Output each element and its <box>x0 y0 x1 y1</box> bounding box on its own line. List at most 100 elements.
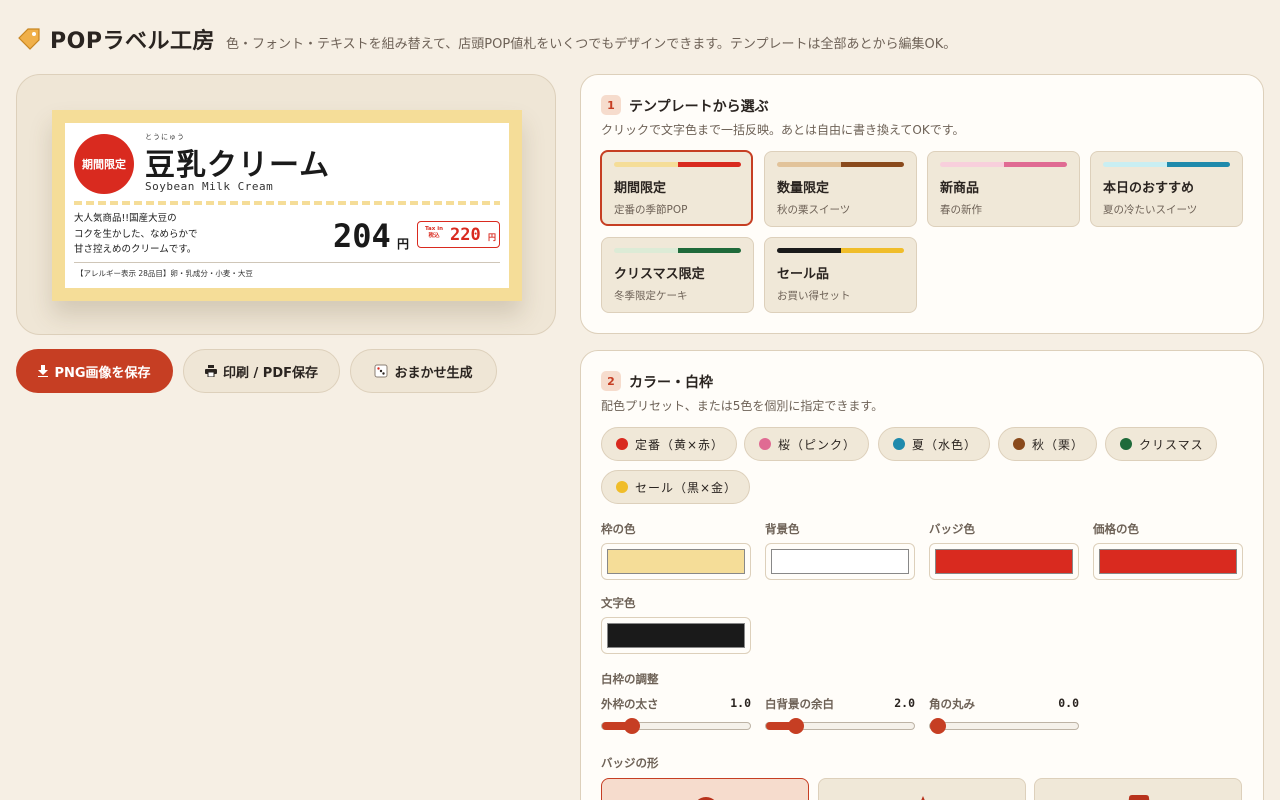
range-slider[interactable] <box>929 718 1079 734</box>
template-name: 新商品 <box>940 181 980 196</box>
color-panel-desc: 配色プリセット、または5色を個別に指定できます。 <box>601 399 884 413</box>
color-preset-chip[interactable]: クリスマス <box>1105 427 1217 461</box>
pop-tax-box: Tax in 税込 220 円 <box>417 221 500 248</box>
step-number: 2 <box>601 371 621 391</box>
star-shape-icon <box>908 785 938 800</box>
template-panel-title: テンプレートから選ぶ <box>629 99 769 115</box>
color-picker-input[interactable] <box>1093 543 1243 580</box>
pop-price: 204 <box>333 217 391 255</box>
template-subtitle: お買い得セット <box>777 290 851 302</box>
print-button[interactable]: 印刷 / PDF保存 <box>183 349 340 393</box>
template-subtitle: 定番の季節POP <box>614 204 688 216</box>
badge-shape-option[interactable] <box>601 778 809 800</box>
app-header: POPラベル工房 <box>16 24 215 54</box>
slider-thumb[interactable] <box>788 718 804 734</box>
pop-allergy-divider <box>74 262 500 263</box>
template-color-swatch <box>777 162 841 167</box>
color-swatch <box>1099 549 1237 574</box>
template-color-swatch <box>677 162 741 167</box>
template-color-bar <box>777 162 904 167</box>
color-preset-chip[interactable]: 夏（水色） <box>878 427 990 461</box>
template-color-swatch <box>840 248 904 253</box>
template-card[interactable]: 数量限定 秋の栗スイーツ <box>764 151 917 227</box>
color-picker-input[interactable] <box>601 617 751 654</box>
template-card[interactable]: 新商品 春の新作 <box>927 151 1080 227</box>
frame-section-label: 白枠の調整 <box>601 672 659 686</box>
template-name: 期間限定 <box>614 181 667 196</box>
color-field-label: 背景色 <box>765 522 800 536</box>
template-color-bar <box>614 162 741 167</box>
pop-tax-label: Tax in 税込 <box>423 226 445 240</box>
tax-label-line: 税込 <box>428 233 440 239</box>
color-panel: 2 カラー・白枠 配色プリセット、または5色を個別に指定できます。 定番（黄×赤… <box>580 350 1264 800</box>
color-preset-label: 定番（黄×赤） <box>635 437 725 452</box>
template-color-swatch <box>614 162 678 167</box>
preview-panel: 期間限定 とうにゅう 豆乳クリーム Soybean Milk Cream 大人気… <box>16 74 556 335</box>
badge-shape-option[interactable] <box>1034 778 1242 800</box>
color-picker-input[interactable] <box>929 543 1079 580</box>
slider-label: 角の丸み <box>929 697 975 711</box>
pop-badge: 期間限定 <box>74 134 134 194</box>
pop-desc-line: コクを生かした、なめらかで <box>74 228 198 240</box>
pop-product-name-en: Soybean Milk Cream <box>145 180 274 193</box>
printer-icon <box>205 365 217 377</box>
template-color-bar <box>614 248 741 253</box>
color-preset-label: クリスマス <box>1139 437 1204 452</box>
slider-value: 0.0 <box>1058 696 1079 710</box>
color-preset-chip[interactable]: セール（黒×金） <box>601 470 750 504</box>
color-swatch <box>771 549 909 574</box>
color-dot-icon <box>759 438 771 450</box>
slider-label: 外枠の太さ <box>601 697 659 711</box>
color-preset-chip[interactable]: 秋（栗） <box>998 427 1097 461</box>
range-slider[interactable] <box>601 718 751 734</box>
template-color-bar <box>777 248 904 253</box>
template-color-swatch <box>1103 162 1167 167</box>
color-field-label: 価格の色 <box>1093 522 1139 536</box>
template-color-bar <box>940 162 1067 167</box>
color-dot-icon <box>1013 438 1025 450</box>
save-png-label: PNG画像を保存 <box>54 365 151 381</box>
pop-dashed-divider <box>74 201 500 205</box>
color-dot-icon <box>616 481 628 493</box>
template-name: 数量限定 <box>777 181 830 196</box>
template-panel: 1 テンプレートから選ぶ クリックで文字色まで一括反映。あとは自由に書き換えてO… <box>580 74 1264 334</box>
color-preset-label: セール（黒×金） <box>635 480 738 495</box>
circle-shape-icon <box>691 785 721 800</box>
color-preset-chip[interactable]: 桜（ピンク） <box>744 427 869 461</box>
pop-product-name: 豆乳クリーム <box>145 148 331 183</box>
pop-allergy: 【アレルギー表示 28品目】卵・乳成分・小麦・大豆 <box>76 269 253 278</box>
range-slider[interactable] <box>765 718 915 734</box>
template-color-bar <box>1103 162 1230 167</box>
random-generate-button[interactable]: おまかせ生成 <box>350 349 497 393</box>
app-title: POPラベル工房 <box>50 29 215 54</box>
color-panel-title: カラー・白枠 <box>629 375 713 391</box>
color-preset-chip[interactable]: 定番（黄×赤） <box>601 427 737 461</box>
template-color-swatch <box>1166 162 1230 167</box>
template-card[interactable]: セール品 お買い得セット <box>764 237 917 313</box>
pop-desc-line: 大人気商品!!国産大豆の <box>74 213 177 224</box>
color-dot-icon <box>616 438 628 450</box>
template-name: 本日のおすすめ <box>1103 181 1195 196</box>
slider-thumb[interactable] <box>624 718 640 734</box>
slider-thumb[interactable] <box>930 718 946 734</box>
badge-shape-label: バッジの形 <box>601 756 659 770</box>
tag-icon <box>16 26 42 52</box>
color-picker-input[interactable] <box>601 543 751 580</box>
color-preset-label: 桜（ピンク） <box>778 437 857 452</box>
template-color-swatch <box>1003 162 1067 167</box>
color-picker-input[interactable] <box>765 543 915 580</box>
app-subtitle: 色・フォント・テキストを組み替えて、店頭POP値札をいくつでもデザインできます。… <box>226 37 957 52</box>
step-number: 1 <box>601 95 621 115</box>
template-panel-desc: クリックで文字色まで一括反映。あとは自由に書き換えてOKです。 <box>601 123 965 137</box>
template-card[interactable]: 本日のおすすめ 夏の冷たいスイーツ <box>1090 151 1243 227</box>
color-swatch <box>935 549 1073 574</box>
color-field-label: バッジ色 <box>929 522 975 536</box>
badge-shape-option[interactable] <box>818 778 1026 800</box>
template-card[interactable]: クリスマス限定 冬季限定ケーキ <box>601 237 754 313</box>
ribbon-shape-icon <box>1124 785 1154 800</box>
print-label: 印刷 / PDF保存 <box>223 365 318 381</box>
pop-tax-yen: 円 <box>488 233 496 242</box>
save-png-button[interactable]: PNG画像を保存 <box>16 349 173 393</box>
template-subtitle: 冬季限定ケーキ <box>614 290 688 302</box>
template-card[interactable]: 期間限定定番の季節POP <box>600 150 753 226</box>
